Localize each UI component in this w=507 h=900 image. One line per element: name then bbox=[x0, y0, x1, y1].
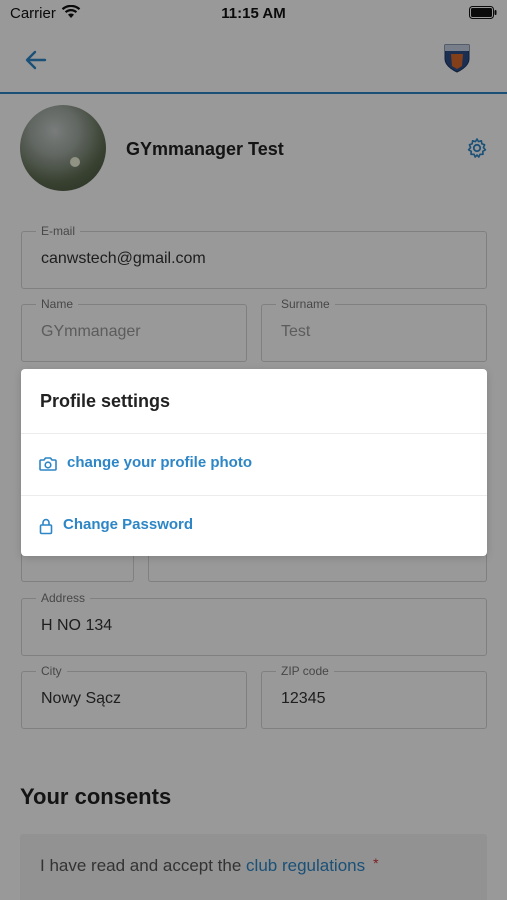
lock-icon bbox=[39, 518, 53, 540]
change-password-label: Change Password bbox=[63, 516, 194, 533]
camera-icon bbox=[39, 456, 57, 477]
profile-settings-modal: Profile settings change your profile pho… bbox=[21, 369, 487, 556]
change-password-option[interactable]: Change Password bbox=[21, 496, 487, 557]
change-photo-option[interactable]: change your profile photo bbox=[21, 434, 487, 495]
change-photo-label: change your profile photo bbox=[67, 454, 253, 471]
modal-title: Profile settings bbox=[40, 391, 171, 411]
